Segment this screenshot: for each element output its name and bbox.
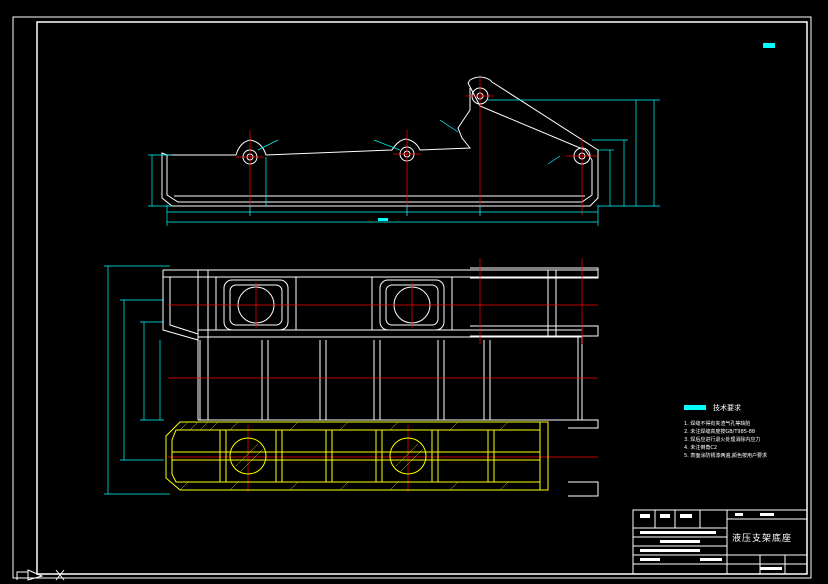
- top-profile: [167, 88, 472, 156]
- tech-req-marker: [684, 405, 706, 410]
- tech-req-item: 2. 未注焊缝高度按GB/T985-88: [684, 429, 756, 435]
- base-outline: [161, 76, 599, 207]
- tech-req-item: 5. 表面涂防锈漆两遍,颜色按用户要求: [684, 453, 767, 459]
- elevation-dimensions: [148, 99, 660, 226]
- tech-req-item: 3. 焊后应进行退火处理消除内应力: [684, 437, 761, 443]
- drawing-canvas: [12, 16, 812, 581]
- sheet-inner-border: [36, 21, 808, 575]
- tech-req-item: 4. 未注倒角C2: [684, 445, 718, 451]
- elevation-view: [161, 76, 599, 207]
- scale-marker: [763, 43, 775, 48]
- dim-label-total: [378, 218, 388, 221]
- plan-view: [162, 267, 599, 497]
- section-view: [165, 421, 549, 491]
- elevation-centerlines: [236, 78, 598, 215]
- plan-dimensions: [104, 265, 170, 495]
- plan-centerlines: [168, 258, 598, 492]
- tech-req-title: 技术要求: [713, 404, 741, 412]
- drawing-title: 液压支架底座: [732, 534, 793, 544]
- cad-viewport[interactable]: 技术要求 1. 焊缝不得有夹渣气孔等缺陷 2. 未注焊缝高度按GB/T985-8…: [0, 0, 828, 584]
- section-hatching: [179, 421, 509, 491]
- tech-req-item: 1. 焊缝不得有夹渣气孔等缺陷: [684, 421, 751, 427]
